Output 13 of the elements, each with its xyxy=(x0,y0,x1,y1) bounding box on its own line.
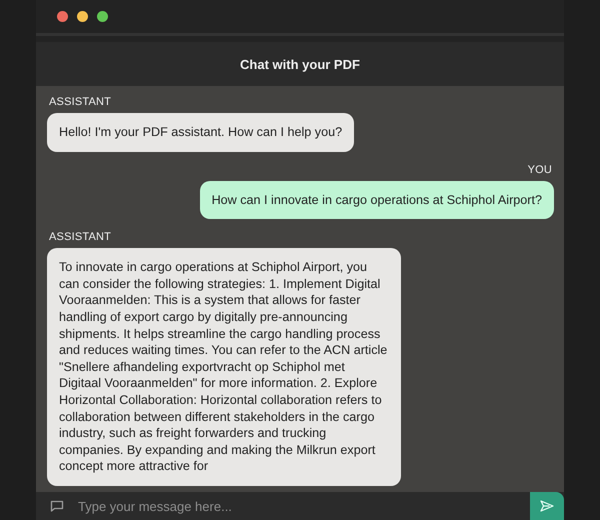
message-input[interactable]: Type your message here... xyxy=(76,491,530,520)
chat-bubble-icon xyxy=(50,500,64,512)
message-bubble: Hello! I'm your PDF assistant. How can I help you? xyxy=(47,113,354,152)
sender-label: YOU xyxy=(528,164,552,176)
close-button[interactable] xyxy=(57,11,68,22)
sender-label: ASSISTANT xyxy=(49,231,112,244)
minimize-button[interactable] xyxy=(77,11,88,22)
sender-label: ASSISTANT xyxy=(49,96,112,108)
send-icon xyxy=(540,500,554,512)
message-bubble: To innovate in cargo operations at Schiphol Airport, you can consider the following strategies: 1. Implement Digital Vooraanmelden: This is a system that allows for faster handling of export cargo by digitally pre-announcing shipments. It helps streamline the cargo handling process and reduces waiting times. You can refer to the ACN article "Snellere afhandeling exportvracht op Schiphol met Digitaal Vooraanmelden" for more information. 2. Explore Horizontal Collaboration: Horizontal collaboration refers to collaboration between different stakeholders in the cargo industry, such as freight forwarders and trucking companies. By expanding and making the Milkrun export concept more attractive for xyxy=(47,248,401,486)
send-button[interactable] xyxy=(530,492,564,520)
maximize-button[interactable] xyxy=(97,11,108,22)
message-bubble: How can I innovate in cargo operations at Schiphol Airport? xyxy=(200,180,554,220)
